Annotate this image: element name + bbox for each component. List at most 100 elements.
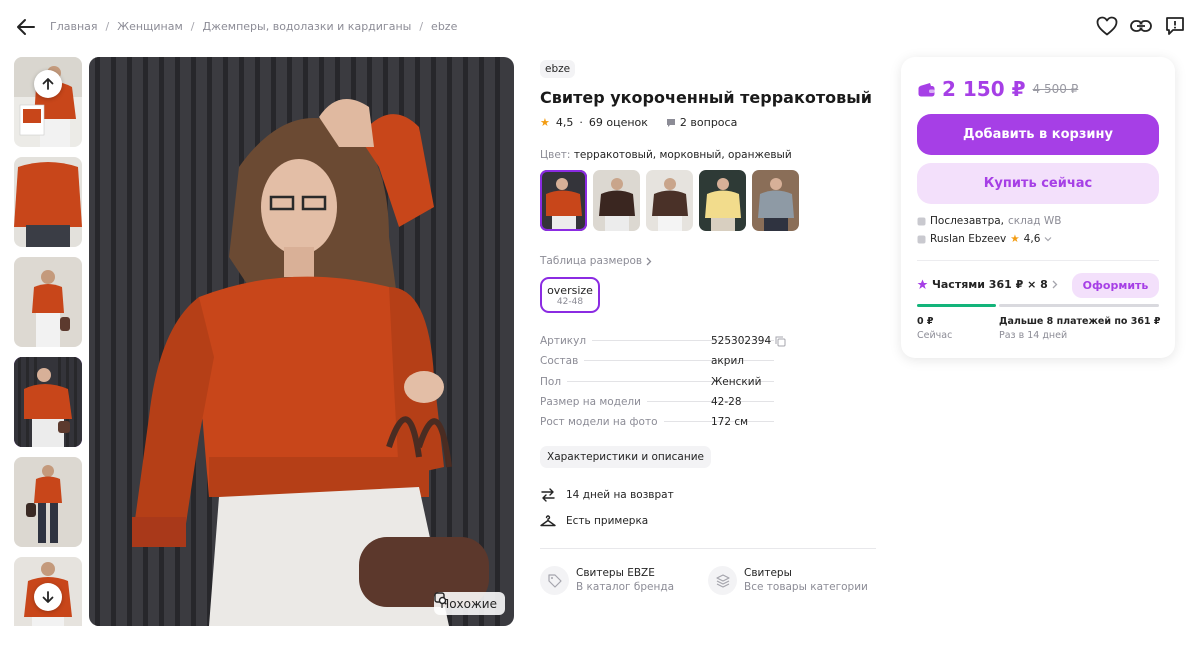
spec-row-article: Артикул 525302394 xyxy=(540,335,786,355)
chevron-right-icon xyxy=(1052,280,1058,289)
copy-icon[interactable] xyxy=(775,336,786,347)
category-link[interactable]: Свитеры Все товары категории xyxy=(708,566,876,596)
delivery-date: Послезавтра, xyxy=(930,215,1005,227)
spec-row-model-size: Размер на модели 42-28 xyxy=(540,396,780,416)
breadcrumb-women[interactable]: Женщинам xyxy=(117,20,183,33)
spec-key: Пол xyxy=(540,375,562,388)
installment-info[interactable]: Частями 361 ₽ × 8 xyxy=(917,278,1058,291)
similar-button[interactable]: Похожие xyxy=(434,592,505,615)
reviews-count[interactable]: 69 оценок xyxy=(589,116,648,129)
seller-name: Ruslan Ebzeev xyxy=(930,233,1007,245)
box-icon xyxy=(917,217,926,225)
color-label: Цвет: xyxy=(540,149,571,161)
progress-paid xyxy=(917,304,996,307)
thumbnail-strip[interactable] xyxy=(14,57,83,626)
add-to-cart-button[interactable]: Добавить в корзину xyxy=(917,114,1159,155)
spec-value: Женский xyxy=(711,375,762,388)
pay-later-label: Раз в 14 дней xyxy=(999,330,1068,341)
brand-catalog-link[interactable]: Свитеры EBZE В каталог бренда xyxy=(540,566,708,596)
size-option-oversize[interactable]: oversize 42-48 xyxy=(540,277,600,313)
thumbnail-5[interactable] xyxy=(14,457,82,547)
catalog-links: Свитеры EBZE В каталог бренда Свитеры Все … xyxy=(540,566,880,596)
current-price: 2 150 ₽ xyxy=(942,77,1026,101)
layers-icon xyxy=(708,566,737,596)
wallet-icon xyxy=(918,82,935,96)
breadcrumb-separator: / xyxy=(105,20,110,33)
old-price: 4 500 ₽ xyxy=(1032,82,1079,96)
pay-now-amount: 0 ₽ xyxy=(917,316,934,327)
seller-rating: 4,6 xyxy=(1023,233,1041,245)
thumbnail-3[interactable] xyxy=(14,257,82,347)
pay-now-label: Сейчас xyxy=(917,330,953,341)
spec-value: акрил xyxy=(711,355,744,368)
size-name: oversize xyxy=(547,283,593,297)
pay-now: 0 ₽ Сейчас xyxy=(917,315,952,343)
article-number: 525302394 xyxy=(711,335,772,347)
brand-link-subtitle: В каталог бренда xyxy=(576,581,675,594)
apply-installment-button[interactable]: Оформить xyxy=(1072,273,1159,298)
main-product-photo[interactable]: Похожие xyxy=(89,57,514,626)
color-line: Цвет: терракотовый, морковный, оранжевый xyxy=(540,149,880,161)
questions-link[interactable]: 2 вопроса xyxy=(666,116,737,129)
purchase-card: 2 150 ₽ 4 500 ₽ Добавить в корзину Купит… xyxy=(901,57,1175,358)
shop-icon xyxy=(917,235,926,243)
question-bubble-icon xyxy=(666,118,675,127)
chevron-down-icon xyxy=(1044,237,1052,242)
price-row: 2 150 ₽ 4 500 ₽ xyxy=(918,77,1078,101)
breadcrumb-separator: / xyxy=(419,20,424,33)
warehouse: склад WB xyxy=(1008,215,1062,227)
spec-key: Рост модели на фото xyxy=(540,416,658,429)
buy-now-button[interactable]: Купить сейчас xyxy=(917,163,1159,204)
star-icon: ★ xyxy=(1010,233,1020,245)
link-icon[interactable] xyxy=(1130,14,1152,38)
color-variants xyxy=(540,170,880,231)
thumbnail-4-selected[interactable] xyxy=(14,357,82,447)
brand-tag[interactable]: ebze xyxy=(540,60,576,78)
breadcrumb-category[interactable]: Джемперы, водолазки и кардиганы xyxy=(203,20,412,33)
breadcrumb-home[interactable]: Главная xyxy=(50,20,98,33)
characteristics-button[interactable]: Характеристики и описание xyxy=(540,446,711,469)
color-variant-dark-brown[interactable] xyxy=(646,170,693,231)
size-range: 42-48 xyxy=(556,296,584,307)
features-list: 14 дней на возврат Есть примерка xyxy=(540,482,880,534)
installment-label: Частями 361 ₽ × 8 xyxy=(932,278,1048,291)
chevron-right-icon xyxy=(646,257,652,265)
card-divider xyxy=(917,260,1159,261)
color-variant-gray[interactable] xyxy=(752,170,799,231)
color-variant-brown[interactable] xyxy=(593,170,640,231)
spec-value: 172 см xyxy=(711,416,749,429)
pay-later-amount: Дальше 8 платежей по 361 ₽ xyxy=(999,316,1161,327)
rating-separator: · xyxy=(579,116,583,129)
spec-row-model-height: Рост модели на фото 172 см xyxy=(540,416,780,436)
star-icon: ★ xyxy=(540,116,550,129)
spec-value: 42-28 xyxy=(711,395,742,408)
report-icon[interactable] xyxy=(1164,14,1186,38)
spec-row-composition: Состав акрил xyxy=(540,355,780,375)
spec-dots xyxy=(584,360,774,362)
size-table-link[interactable]: Таблица размеров xyxy=(540,255,880,267)
thumbnail-2[interactable] xyxy=(14,157,82,247)
return-arrows-icon xyxy=(541,488,555,503)
top-bar: Главная / Женщинам / Джемперы, водолазки… xyxy=(0,0,1200,54)
rating-value[interactable]: 4,5 xyxy=(556,116,574,129)
color-variant-terracotta[interactable] xyxy=(540,170,587,231)
breadcrumb-brand[interactable]: ebze xyxy=(431,20,457,33)
feature-fitting-text: Есть примерка xyxy=(566,515,649,528)
progress-remaining xyxy=(999,304,1159,307)
pay-later: Дальше 8 платежей по 361 ₽ Раз в 14 дней xyxy=(999,315,1160,343)
scroll-up-arrow-icon[interactable] xyxy=(34,70,62,98)
feature-returns-text: 14 дней на возврат xyxy=(566,489,674,502)
seller-info[interactable]: Ruslan Ebzeev ★ 4,6 xyxy=(917,233,1052,245)
back-arrow-icon[interactable] xyxy=(14,15,38,39)
heart-icon[interactable] xyxy=(1096,14,1118,38)
questions-count: 2 вопроса xyxy=(679,116,738,129)
similar-label: Похожие xyxy=(440,596,497,611)
color-variant-yellow[interactable] xyxy=(699,170,746,231)
breadcrumb-separator: / xyxy=(190,20,195,33)
hanger-icon xyxy=(540,515,556,527)
breadcrumb: Главная / Женщинам / Джемперы, водолазки… xyxy=(50,20,457,33)
similar-icon xyxy=(434,592,447,605)
scroll-down-arrow-icon[interactable] xyxy=(34,583,62,611)
category-link-subtitle: Все товары категории xyxy=(744,581,868,594)
spec-row-gender: Пол Женский xyxy=(540,376,780,396)
